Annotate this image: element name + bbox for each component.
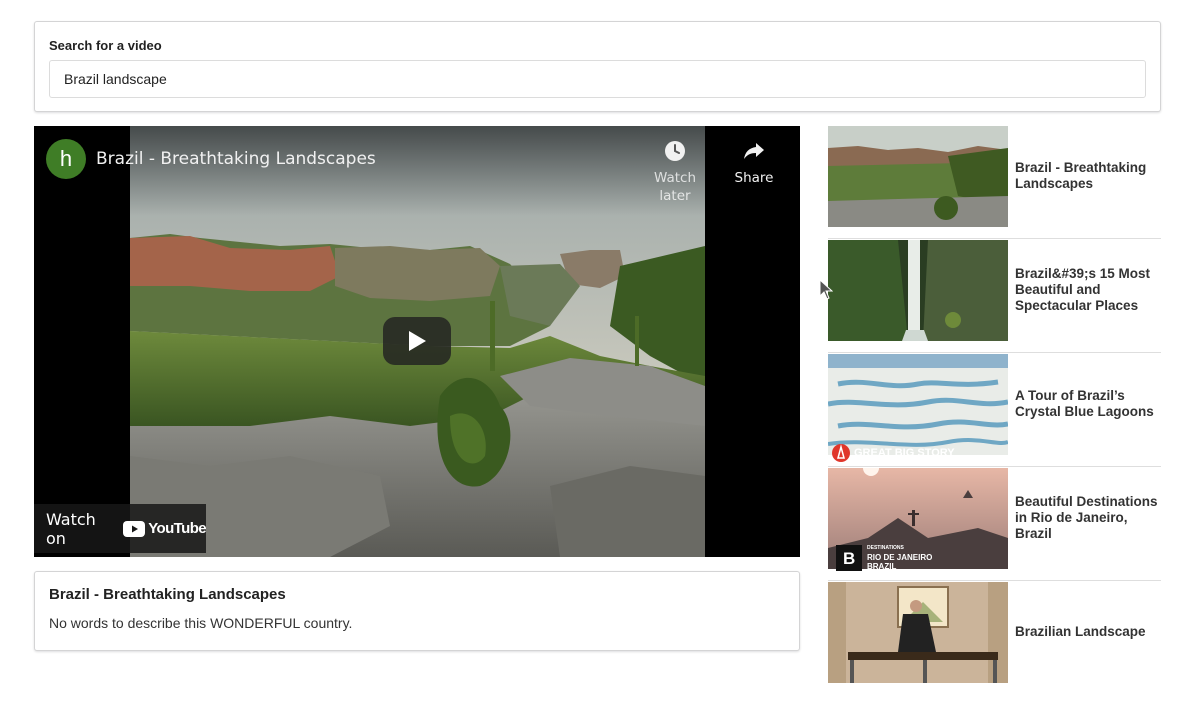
video-thumbnail (828, 354, 1008, 455)
play-button[interactable] (383, 317, 451, 365)
search-label: Search for a video (49, 38, 162, 53)
youtube-play-icon (123, 520, 146, 537)
channel-avatar[interactable]: h (46, 139, 86, 179)
badge-destinations: DESTINATIONS (867, 545, 904, 551)
youtube-wordmark: YouTube (148, 520, 206, 537)
channel-badge-text: GREAT BIG STORY (854, 447, 955, 459)
play-icon (409, 331, 426, 351)
description-title: Brazil - Breathtaking Landscapes (49, 586, 286, 603)
description-text: No words to describe this WONDERFUL coun… (49, 615, 353, 631)
share-label: Share (734, 170, 774, 186)
video-thumbnail (828, 582, 1008, 683)
video-title: Brazil - Breathtaking Landscapes (1015, 160, 1147, 191)
watch-later-button[interactable]: Watch later (637, 139, 713, 205)
video-title: Brazilian Landscape (1015, 624, 1146, 639)
video-thumbnail (828, 240, 1008, 341)
mouse-cursor-icon (819, 279, 833, 300)
video-list: Brazil - Breathtaking Landscapes Brazil&… (828, 125, 1161, 695)
list-item[interactable]: Brazilian Landscape (828, 581, 1161, 695)
great-big-story-logo-icon (832, 444, 850, 462)
list-item[interactable]: B DESTINATIONS RIO DE JANEIRO BRAZIL Bea… (828, 467, 1161, 581)
channel-badge: B DESTINATIONS RIO DE JANEIRO BRAZIL (836, 544, 932, 571)
video-description-card: Brazil - Breathtaking Landscapes No word… (34, 571, 800, 651)
youtube-logo: YouTube (123, 520, 207, 537)
list-item[interactable]: Brazil&#39;s 15 Most Beautiful and Spect… (828, 239, 1161, 353)
search-input[interactable] (49, 60, 1146, 98)
watch-on-label: Watch on (46, 509, 96, 548)
list-item[interactable]: GREAT BIG STORY A Tour of Brazil’s Cryst… (828, 353, 1161, 467)
player-title[interactable]: Brazil - Breathtaking Landscapes (96, 149, 376, 169)
video-thumbnail (828, 126, 1008, 227)
watch-on-youtube-button[interactable]: Watch on YouTube (34, 504, 207, 553)
share-button[interactable]: Share (716, 139, 792, 187)
badge-city: RIO DE JANEIRO (867, 553, 933, 562)
clock-icon (665, 141, 685, 161)
watch-later-label: Watch later (653, 170, 697, 204)
destinations-logo-icon: B (836, 544, 862, 571)
list-item[interactable]: Brazil - Breathtaking Landscapes (828, 125, 1161, 239)
video-title: A Tour of Brazil’s Crystal Blue Lagoons (1015, 388, 1154, 419)
channel-badge: GREAT BIG STORY (832, 444, 955, 462)
search-card: Search for a video (34, 21, 1161, 112)
video-player[interactable]: h Brazil - Breathtaking Landscapes Watch… (34, 126, 800, 557)
video-title: Brazil&#39;s 15 Most Beautiful and Spect… (1015, 266, 1151, 313)
share-icon (744, 143, 764, 159)
badge-country: BRAZIL (867, 562, 897, 571)
svg-text:B: B (843, 549, 855, 568)
video-title: Beautiful Destinations in Rio de Janeiro… (1015, 494, 1158, 541)
